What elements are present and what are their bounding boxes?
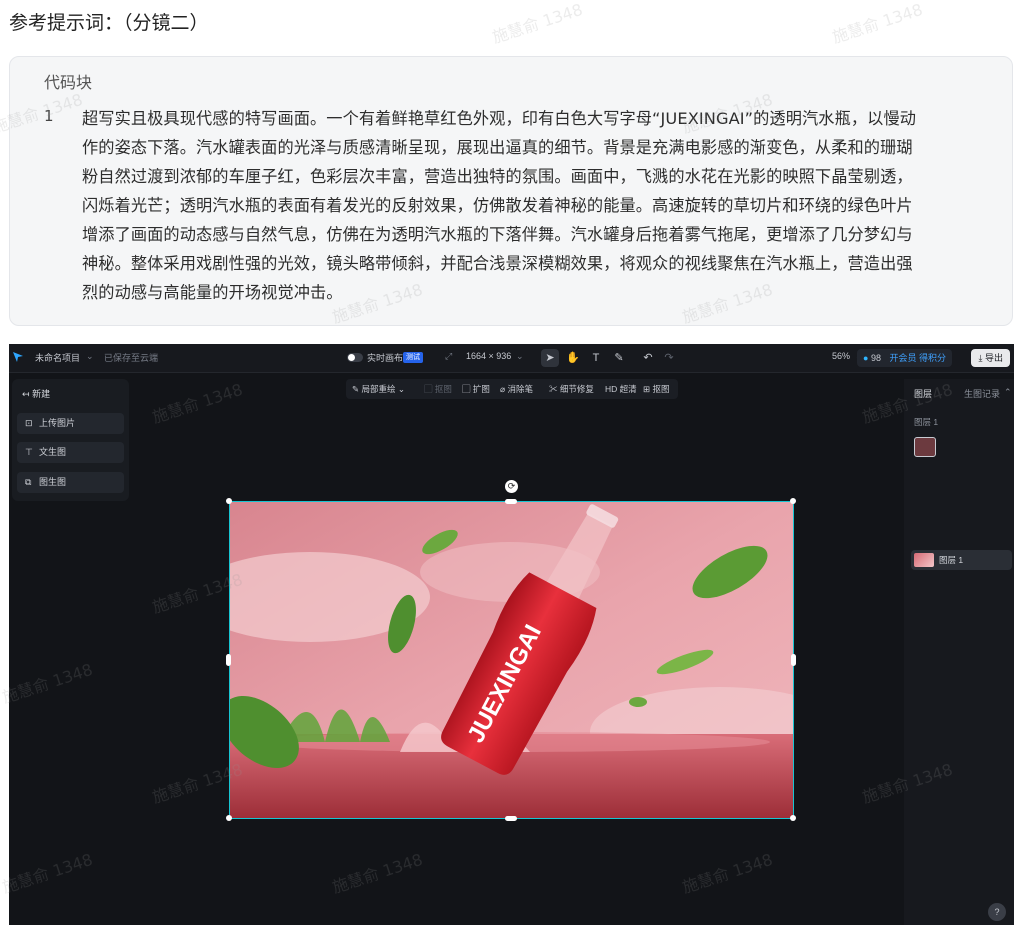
resize-handle-br[interactable] bbox=[790, 815, 796, 821]
expand-label: 扩图 bbox=[472, 384, 490, 394]
layer-row[interactable]: 图层 1 bbox=[911, 550, 1012, 570]
detail-repair-label: 细节修复 bbox=[559, 384, 594, 394]
canvas-size[interactable]: 1664 × 936 bbox=[466, 351, 511, 361]
upload-image-label: 上传图片 bbox=[39, 418, 76, 428]
cutout-tool[interactable]: ⊞ 抠图 bbox=[643, 383, 670, 395]
chevron-down-icon[interactable]: ⌄ bbox=[86, 351, 94, 362]
new-button[interactable]: ↤ 新建 bbox=[22, 387, 50, 400]
image-sub-toolbar: ✎ 局部重绘 ⌄ ▢ 抠图 ▢ 扩图 ⌀ 消除笔 ✂ 细节修复 HD 超清 ⊞ … bbox=[346, 379, 678, 399]
code-block: 代码块 1 超写实且极具现代感的特写画面。一个有着鲜艳草红色外观，印有白色大写字… bbox=[9, 56, 1013, 326]
credits-pill[interactable]: ● 98 开会员 得积分 bbox=[857, 349, 952, 367]
resize-handle-right[interactable] bbox=[791, 654, 796, 666]
hand-tool-icon[interactable]: ✋ bbox=[564, 349, 582, 367]
upscale-tool[interactable]: HD 超清 bbox=[605, 383, 637, 395]
editor-screenshot: 未命名项目 ⌄ 已保存至云端 实时画布 测试 ⤢ 1664 × 936 ⌄ ➤ … bbox=[9, 344, 1014, 925]
brush-tool-icon[interactable]: ✎ bbox=[610, 349, 628, 367]
resize-handle-bottom[interactable] bbox=[505, 816, 517, 821]
image-to-image-label: 图生图 bbox=[39, 477, 67, 487]
credit-count: 98 bbox=[870, 353, 881, 363]
code-line: 粉自然过渡到浓郁的车厘子红，色彩层次丰富，营造出独特的氛围。画面中，飞溅的水花在… bbox=[82, 167, 913, 186]
hd-icon: HD bbox=[605, 384, 618, 394]
detail-repair-tool[interactable]: ✂ 细节修复 bbox=[549, 383, 594, 395]
code-line: 烈的动感与高能量的开场视觉冲击。 bbox=[82, 283, 343, 302]
zoom-level[interactable]: 56% bbox=[832, 351, 850, 361]
layer-group-label: 图层 1 bbox=[914, 417, 939, 427]
code-line: 作的姿态下落。汽水罐表面的光泽与质感清晰呈现，展现出逼真的细节。背景是充满电影感… bbox=[82, 138, 913, 157]
upscale-label: 超清 bbox=[619, 384, 637, 394]
resize-handle-top[interactable] bbox=[505, 499, 517, 504]
resize-handle-tl[interactable] bbox=[226, 498, 232, 504]
resize-icon[interactable]: ⤢ bbox=[445, 351, 452, 362]
inpaint-label: 局部重绘 bbox=[361, 384, 396, 394]
vip-link[interactable]: 开会员 得积分 bbox=[889, 353, 946, 363]
canvas-image[interactable]: JUEXINGAI bbox=[229, 501, 794, 819]
help-button[interactable]: ? bbox=[988, 903, 1006, 921]
watermark: 施慧俞 1348 bbox=[489, 0, 585, 47]
logo-icon bbox=[13, 352, 23, 362]
text-to-image-button[interactable]: ⊤ 文生图 bbox=[17, 442, 124, 463]
code-line: 超写实且极具现代感的特写画面。一个有着鲜艳草红色外观，印有白色大写字母“JUEX… bbox=[82, 109, 917, 128]
code-line: 神秘。整体采用戏剧性强的光效，镜头略带倾斜，并配合浅景深模糊效果，将观众的视线聚… bbox=[82, 254, 913, 273]
beta-badge: 测试 bbox=[403, 352, 423, 363]
new-label: 新建 bbox=[32, 389, 51, 399]
cutout-label-2: 抠图 bbox=[652, 384, 670, 394]
upload-image-icon: ⊡ bbox=[25, 418, 33, 428]
upload-image-button[interactable]: ⊡ 上传图片 bbox=[17, 413, 124, 434]
left-panel: ↤ 新建 ⊡ 上传图片 ⊤ 文生图 ⧉ 图生图 bbox=[12, 379, 129, 501]
inpaint-tool[interactable]: ✎ 局部重绘 ⌄ bbox=[352, 383, 405, 395]
text-to-image-icon: ⊤ bbox=[25, 447, 33, 457]
credit-icon: ● bbox=[863, 353, 869, 363]
resize-handle-bl[interactable] bbox=[226, 815, 232, 821]
text-to-image-label: 文生图 bbox=[39, 447, 67, 457]
right-panel: 图层 生图记录 ⌃ 图层 1 图层 1 bbox=[904, 379, 1014, 925]
chevron-down-icon[interactable]: ⌄ bbox=[516, 351, 524, 362]
cutout-tool-disabled[interactable]: ▢ 抠图 bbox=[424, 383, 452, 395]
expand-tool[interactable]: ▢ 扩图 bbox=[462, 383, 490, 395]
rotate-handle[interactable]: ⟳ bbox=[505, 480, 518, 493]
tab-generation-history[interactable]: 生图记录 bbox=[964, 387, 1000, 400]
resize-handle-tr[interactable] bbox=[790, 498, 796, 504]
page-heading: 参考提示词：（分镜二） bbox=[9, 12, 209, 34]
layer-row-thumbnail bbox=[914, 553, 934, 567]
editor-top-bar: 未命名项目 ⌄ 已保存至云端 实时画布 测试 ⤢ 1664 × 936 ⌄ ➤ … bbox=[9, 344, 1014, 373]
select-tool-icon[interactable]: ➤ bbox=[541, 349, 559, 367]
new-icon: ↤ bbox=[22, 389, 30, 399]
code-content: 超写实且极具现代感的特写画面。一个有着鲜艳草红色外观，印有白色大写字母“JUEX… bbox=[82, 104, 984, 307]
code-block-title: 代码块 bbox=[44, 73, 93, 92]
layer-thumbnail[interactable] bbox=[914, 437, 936, 457]
eraser-tool[interactable]: ⌀ 消除笔 bbox=[500, 383, 533, 395]
line-number: 1 bbox=[44, 107, 54, 125]
tab-layers[interactable]: 图层 bbox=[914, 387, 932, 400]
watermark: 施慧俞 1348 bbox=[829, 0, 925, 47]
cutout-label: 抠图 bbox=[434, 384, 452, 394]
redo-icon[interactable]: ↷ bbox=[660, 349, 678, 367]
realtime-canvas-label: 实时画布 bbox=[367, 353, 404, 363]
text-tool-icon[interactable]: T bbox=[587, 349, 605, 367]
image-to-image-button[interactable]: ⧉ 图生图 bbox=[17, 472, 124, 493]
resize-handle-left[interactable] bbox=[226, 654, 231, 666]
image-to-image-icon: ⧉ bbox=[25, 477, 32, 487]
layer-row-label: 图层 1 bbox=[939, 555, 964, 565]
realtime-canvas-toggle[interactable] bbox=[347, 353, 363, 362]
export-button[interactable]: ⤓ 导出 bbox=[971, 349, 1010, 367]
code-line: 增添了画面的动态感与自然气息，仿佛在为透明汽水瓶的下落伴舞。汽水罐身后拖着雾气拖… bbox=[82, 225, 913, 244]
export-label: 导出 bbox=[984, 353, 1003, 363]
undo-icon[interactable]: ↶ bbox=[639, 349, 657, 367]
chevron-up-icon[interactable]: ⌃ bbox=[1004, 387, 1012, 398]
save-status: 已保存至云端 bbox=[104, 353, 159, 363]
project-name[interactable]: 未命名项目 bbox=[35, 351, 80, 364]
code-line: 闪烁着光芒；透明汽水瓶的表面有着发光的反射效果，仿佛散发着神秘的能量。高速旋转的… bbox=[82, 196, 913, 215]
eraser-label: 消除笔 bbox=[507, 384, 533, 394]
soda-bottle-image: JUEXINGAI bbox=[230, 502, 793, 818]
download-icon: ⤓ bbox=[978, 353, 983, 363]
